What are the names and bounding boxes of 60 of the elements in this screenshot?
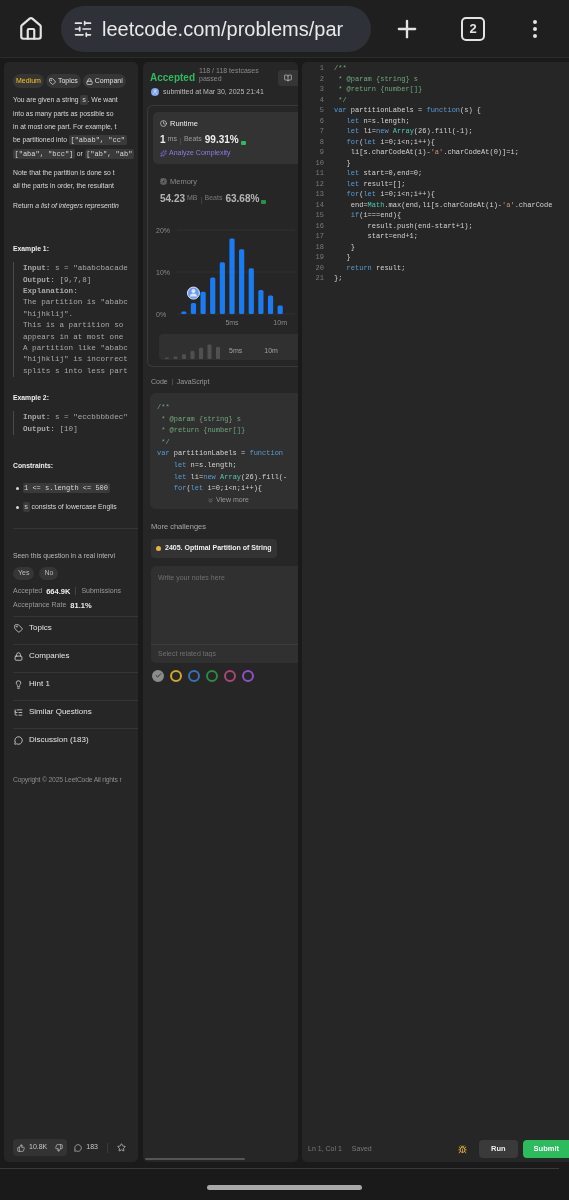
tag-icon [14, 623, 23, 633]
chart-bar [267, 295, 274, 314]
section-row[interactable]: Hint 1 [13, 673, 138, 696]
lock-icon [14, 651, 23, 661]
home-icon[interactable] [18, 15, 44, 42]
color-swatch[interactable] [206, 669, 218, 682]
address-bar[interactable]: leetcode.com/problems/par [61, 5, 371, 52]
chart-bar [210, 276, 216, 314]
section-row[interactable]: Discussion (183) [13, 729, 138, 752]
color-swatch[interactable] [152, 669, 164, 682]
chart-bar [239, 248, 245, 314]
chart-bar [200, 291, 206, 314]
star-icon[interactable] [117, 1143, 126, 1152]
section-label: Topics [29, 622, 52, 635]
section-row[interactable]: Companies [13, 645, 138, 668]
section-label: Similar Questions [29, 706, 92, 719]
scrollbar[interactable] [145, 1158, 245, 1160]
chart-bar [181, 311, 187, 314]
bullet-icon [16, 506, 19, 509]
thumbs-down-icon[interactable] [55, 1143, 64, 1152]
color-swatch[interactable] [224, 669, 236, 682]
book-icon [284, 74, 292, 82]
site-settings-icon[interactable] [73, 18, 93, 39]
lightbulb-icon [14, 679, 23, 689]
check-icon [154, 672, 162, 679]
chart-bar [277, 305, 283, 314]
tab-count-button[interactable]: 2 [461, 16, 485, 41]
comment-icon[interactable] [74, 1143, 83, 1152]
chip-icon [160, 178, 167, 186]
section-label: Hint 1 [29, 678, 50, 691]
bullet-icon [16, 487, 19, 490]
chat-bubble-icon [14, 735, 23, 745]
sparkle-icon [160, 149, 167, 157]
status-text: Accepted [150, 71, 195, 85]
thumbs-up-icon[interactable] [17, 1143, 25, 1152]
chart-bar [258, 289, 264, 314]
clock-icon [160, 119, 167, 127]
section-label: Discussion (183) [29, 734, 89, 747]
avatar-marker-icon [186, 286, 200, 300]
tag-icon [48, 77, 56, 85]
solution-button[interactable] [278, 70, 298, 86]
chart-bar [248, 267, 254, 314]
beats-value: 99.31% [204, 133, 239, 145]
chart-bar [190, 302, 197, 314]
url-text: leetcode.com/problems/par [102, 16, 344, 42]
color-swatch[interactable] [188, 669, 200, 682]
color-swatch[interactable] [242, 669, 254, 682]
section-row[interactable]: Similar Questions [13, 701, 138, 724]
lock-icon [85, 77, 93, 85]
avatar-icon [151, 88, 159, 97]
bug-icon[interactable] [458, 1144, 467, 1154]
chart-bar [219, 261, 225, 314]
beats-value: 63.68% [225, 192, 260, 204]
list-icon [14, 707, 23, 717]
metric-value: 54.23 [160, 192, 186, 204]
section-row[interactable]: Topics [13, 617, 138, 640]
double-chevron-icon [207, 496, 214, 504]
section-label: Companies [29, 650, 70, 663]
metric-value: 1 [160, 133, 166, 145]
color-swatch[interactable] [170, 669, 182, 682]
